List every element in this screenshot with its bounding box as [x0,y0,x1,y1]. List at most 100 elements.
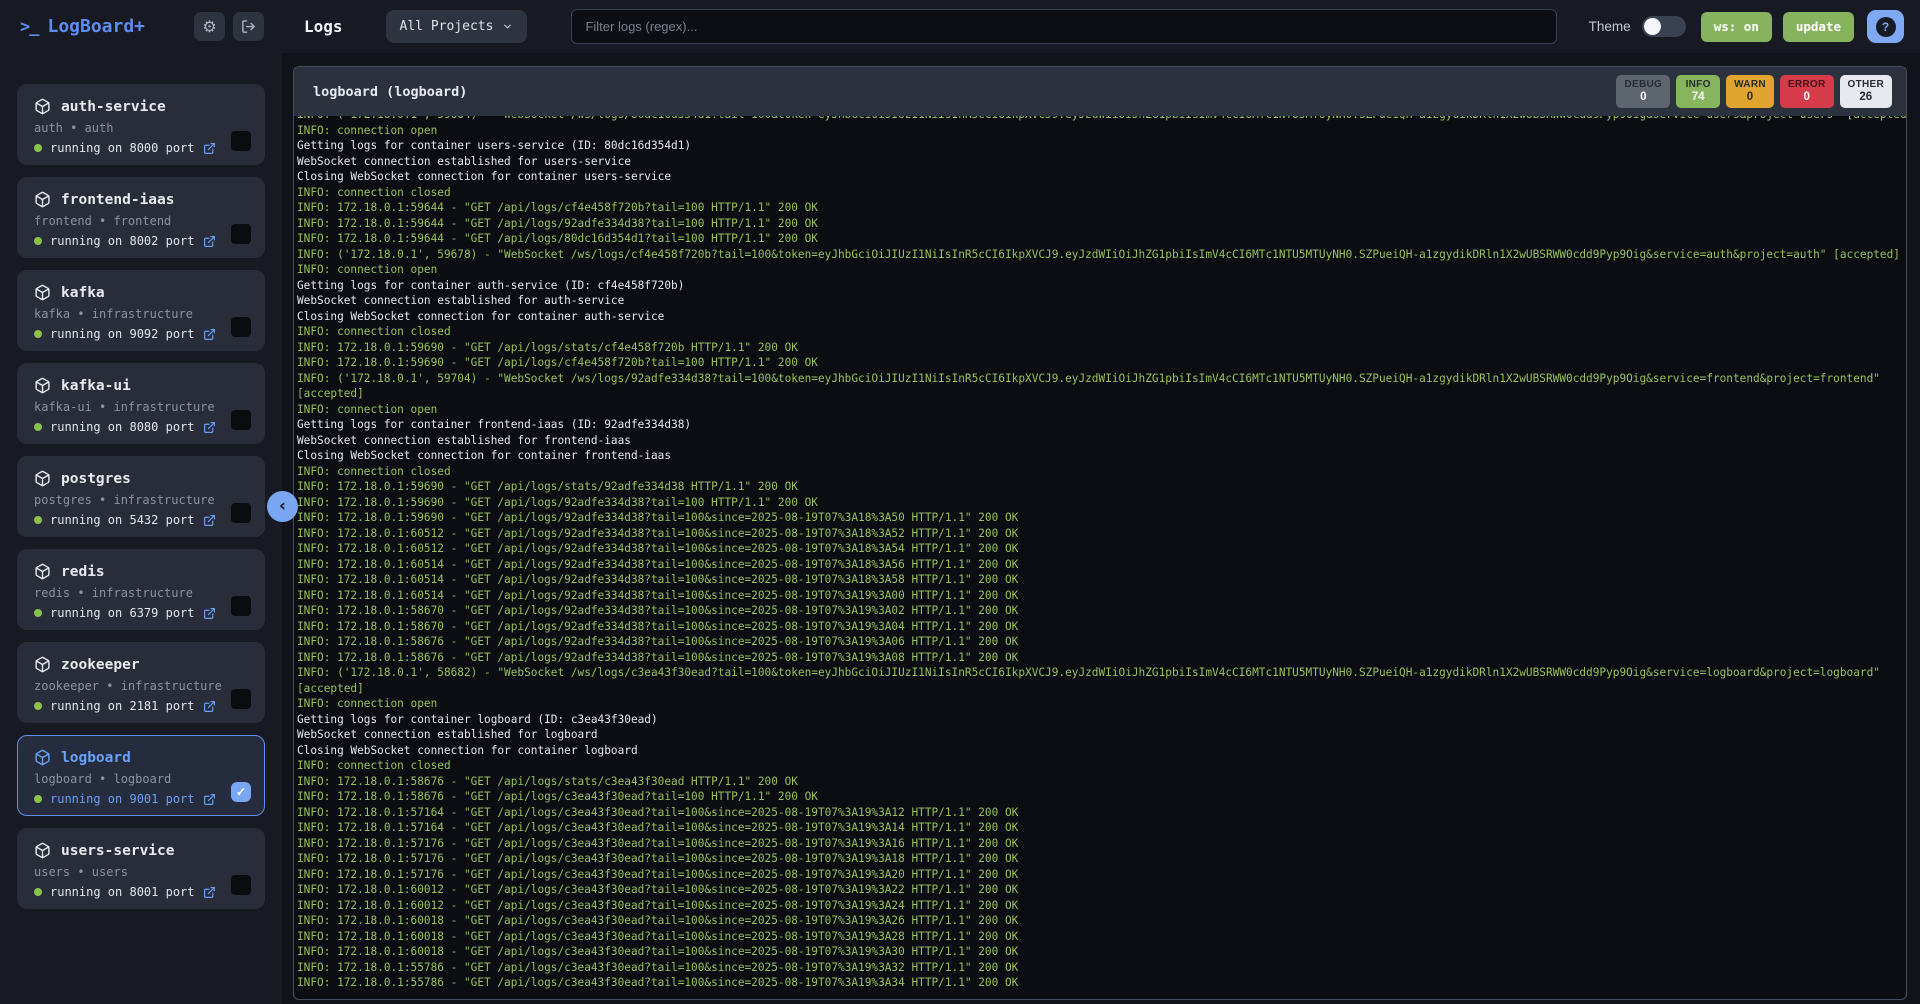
service-name: zookeeper [61,657,140,673]
package-icon [34,656,51,673]
running-status-dot [34,702,42,710]
service-card-auth-service[interactable]: auth-service auth • auth running on 8000… [17,84,265,165]
log-line: INFO: 172.18.0.1:58676 - "GET /api/logs/… [297,789,1906,805]
log-line: INFO: 172.18.0.1:59644 - "GET /api/logs/… [297,216,1906,232]
log-line: INFO: ('172.18.0.1', 59704) - "WebSocket… [297,371,1906,387]
log-line: INFO: ('172.18.0.1', 58682) - "WebSocket… [297,665,1906,681]
log-panel-header: logboard (logboard) DEBUG0INFO74WARN0ERR… [294,67,1906,116]
logboard-app: >_ LogBoard+ ⚙ Logs All Projects Theme [0,0,1920,1004]
external-link-icon[interactable] [203,607,216,620]
external-link-icon[interactable] [203,142,216,155]
log-line: Getting logs for container logboard (ID:… [297,712,1906,728]
service-checkbox[interactable] [231,131,251,151]
external-link-icon[interactable] [203,886,216,899]
external-link-icon[interactable] [203,514,216,527]
theme-toggle[interactable] [1642,16,1686,37]
service-sidebar: auth-service auth • auth running on 8000… [0,53,282,1004]
project-filter-label: All Projects [400,19,494,34]
service-card-kafka-ui[interactable]: kafka-ui kafka-ui • infrastructure runni… [17,363,265,444]
log-level-badges: DEBUG0INFO74WARN0ERROR0OTHER26 [1616,75,1892,108]
service-checkbox[interactable]: ✓ [231,782,251,802]
update-button[interactable]: update [1783,12,1854,42]
log-line: INFO: 172.18.0.1:55786 - "GET /api/logs/… [297,975,1906,991]
external-link-icon[interactable] [203,235,216,248]
service-status-text: running on 8002 port [50,234,195,248]
logout-button[interactable] [233,12,264,41]
service-name: auth-service [61,99,166,115]
service-card-zookeeper[interactable]: zookeeper zookeeper • infrastructure run… [17,642,265,723]
service-checkbox[interactable] [231,224,251,244]
service-meta: logboard • logboard [34,772,250,786]
service-checkbox[interactable] [231,410,251,430]
service-status-text: running on 8000 port [50,141,195,155]
service-status-text: running on 8080 port [50,420,195,434]
package-icon [34,98,51,115]
other-badge: OTHER26 [1840,75,1893,108]
service-meta: kafka • infrastructure [34,307,250,321]
page-title: Logs [304,17,343,36]
log-line: INFO: 172.18.0.1:59690 - "GET /api/logs/… [297,340,1906,356]
service-name: frontend-iaas [61,192,175,208]
service-list: auth-service auth • auth running on 8000… [17,84,265,909]
log-line: INFO: 172.18.0.1:57164 - "GET /api/logs/… [297,820,1906,836]
gear-icon: ⚙ [202,19,216,35]
service-card-redis[interactable]: redis redis • infrastructure running on … [17,549,265,630]
log-line: INFO: 172.18.0.1:57176 - "GET /api/logs/… [297,867,1906,883]
package-icon [34,191,51,208]
theme-toggle-knob [1644,18,1661,35]
service-status-text: running on 9092 port [50,327,195,341]
log-line: INFO: 172.18.0.1:60012 - "GET /api/logs/… [297,882,1906,898]
service-card-frontend-iaas[interactable]: frontend-iaas frontend • frontend runnin… [17,177,265,258]
log-line: INFO: 172.18.0.1:59644 - "GET /api/logs/… [297,200,1906,216]
external-link-icon[interactable] [203,793,216,806]
service-status-text: running on 2181 port [50,699,195,713]
service-name: redis [61,564,105,580]
help-button[interactable]: ? [1867,10,1904,43]
service-card-logboard[interactable]: logboard logboard • logboard running on … [17,735,265,816]
service-card-users-service[interactable]: users-service users • users running on 8… [17,828,265,909]
log-filter-input[interactable] [571,9,1556,44]
log-line: INFO: 172.18.0.1:57176 - "GET /api/logs/… [297,851,1906,867]
running-status-dot [34,144,42,152]
external-link-icon[interactable] [203,421,216,434]
log-line: Getting logs for container auth-service … [297,278,1906,294]
service-name: kafka [61,285,105,301]
service-meta: kafka-ui • infrastructure [34,400,250,414]
external-link-icon[interactable] [203,700,216,713]
log-viewport[interactable]: INFO: ('172.18.0.1', 59664) - "WebSocket… [294,116,1906,999]
log-line: INFO: 172.18.0.1:58676 - "GET /api/logs/… [297,650,1906,666]
service-meta: auth • auth [34,121,250,135]
settings-button[interactable]: ⚙ [194,12,225,41]
log-line: INFO: 172.18.0.1:58670 - "GET /api/logs/… [297,603,1906,619]
service-checkbox[interactable] [231,875,251,895]
topbar-main: Logs All Projects Theme ws: on update ? [282,9,1920,44]
package-icon [34,749,51,766]
service-checkbox[interactable] [231,689,251,709]
service-card-postgres[interactable]: postgres postgres • infrastructure runni… [17,456,265,537]
log-line: INFO: connection open [297,402,1906,418]
log-line: WebSocket connection established for use… [297,154,1906,170]
log-line: INFO: ('172.18.0.1', 59664) - "WebSocket… [297,116,1906,123]
service-name: postgres [61,471,131,487]
log-line: INFO: 172.18.0.1:60512 - "GET /api/logs/… [297,526,1906,542]
log-line: INFO: 172.18.0.1:60514 - "GET /api/logs/… [297,588,1906,604]
project-filter-dropdown[interactable]: All Projects [386,10,528,43]
service-checkbox[interactable] [231,503,251,523]
log-line: INFO: 172.18.0.1:60514 - "GET /api/logs/… [297,572,1906,588]
log-line: INFO: 172.18.0.1:60514 - "GET /api/logs/… [297,557,1906,573]
external-link-icon[interactable] [203,328,216,341]
log-line: INFO: connection closed [297,324,1906,340]
service-checkbox[interactable] [231,596,251,616]
sidebar-collapse-button[interactable]: ‹ [267,491,298,522]
running-status-dot [34,330,42,338]
app-logo: >_ LogBoard+ [20,16,145,37]
log-line: INFO: 172.18.0.1:55786 - "GET /api/logs/… [297,960,1906,976]
package-icon [34,842,51,859]
websocket-status-button[interactable]: ws: on [1701,12,1772,42]
log-line: INFO: connection closed [297,758,1906,774]
service-card-kafka[interactable]: kafka kafka • infrastructure running on … [17,270,265,351]
service-name: users-service [61,843,175,859]
log-line: [accepted] [297,386,1906,402]
log-line: INFO: 172.18.0.1:58676 - "GET /api/logs/… [297,634,1906,650]
service-checkbox[interactable] [231,317,251,337]
